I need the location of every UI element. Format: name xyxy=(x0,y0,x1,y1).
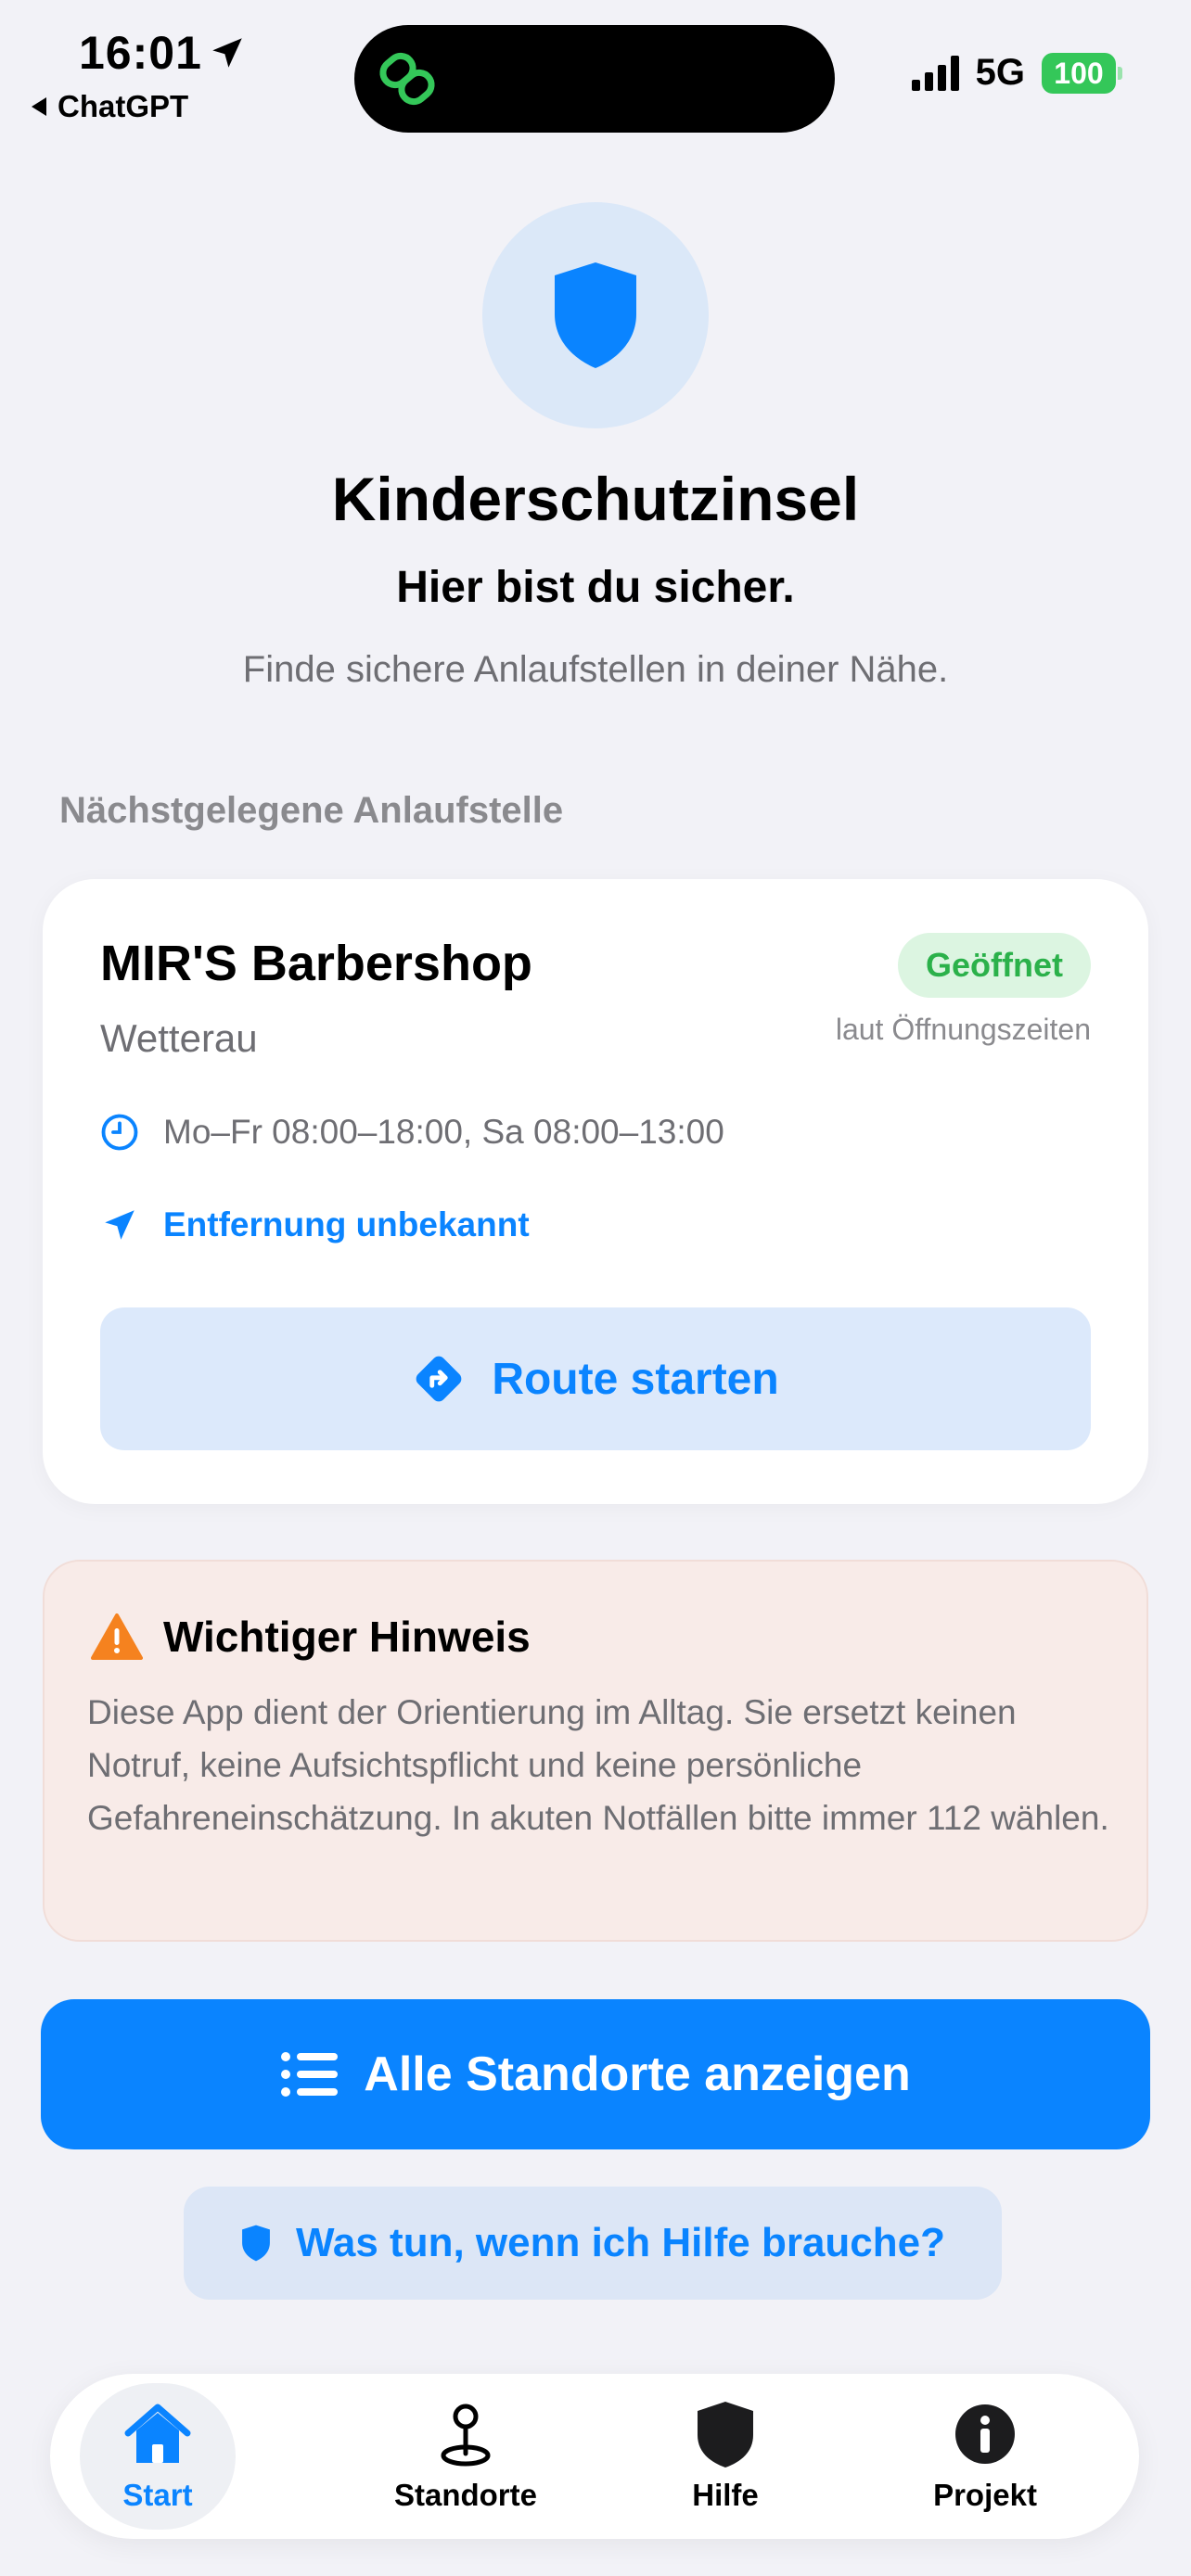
hero-badge xyxy=(482,202,709,428)
battery-icon: 100 xyxy=(1042,52,1122,94)
status-indicators: 5G 100 xyxy=(911,52,1122,94)
location-name: MIR'S Barbershop xyxy=(100,936,532,991)
tab-projekt-label: Projekt xyxy=(933,2478,1037,2512)
location-arrow-icon xyxy=(105,1210,134,1240)
network-type: 5G xyxy=(975,52,1025,93)
distance-text: Entfernung unbekannt xyxy=(163,1205,530,1243)
nearest-location-card[interactable]: MIR'S Barbershop Wetterau Geöffnet laut … xyxy=(43,879,1148,1504)
important-notice: Wichtiger Hinweis Diese App dient der Or… xyxy=(43,1560,1148,1942)
notice-title: Wichtiger Hinweis xyxy=(163,1613,531,1661)
status-note: laut Öffnungszeiten xyxy=(835,1013,1091,1046)
subtitle: Finde sichere Anlaufstellen in deiner Nä… xyxy=(242,649,949,690)
warning-icon xyxy=(91,1613,143,1660)
app-title: Kinderschutzinsel xyxy=(331,465,860,533)
back-app-label: ChatGPT xyxy=(58,89,189,123)
dynamic-island xyxy=(354,25,835,133)
opening-hours: Mo–Fr 08:00–18:00, Sa 08:00–13:00 xyxy=(100,1113,724,1152)
back-to-app-button[interactable]: ChatGPT xyxy=(32,89,188,124)
status-time-text: 16:01 xyxy=(79,27,202,79)
location-arrow-icon xyxy=(212,38,242,68)
tab-start-label: Start xyxy=(122,2478,193,2512)
tagline: Hier bist du sicher. xyxy=(396,563,795,612)
help-guide-button[interactable]: Was tun, wenn ich Hilfe brauche? xyxy=(184,2187,1002,2300)
tab-hilfe-label: Hilfe xyxy=(692,2478,759,2512)
help-guide-label: Was tun, wenn ich Hilfe brauche? xyxy=(295,2220,945,2265)
tab-bar: Start Standorte Hilfe Projekt xyxy=(50,2374,1139,2539)
status-badge: Geöffnet xyxy=(898,933,1091,998)
shield-icon xyxy=(555,262,636,368)
show-all-locations-button[interactable]: Alle Standorte anzeigen xyxy=(41,1999,1150,2149)
shield-icon xyxy=(242,2225,270,2262)
battery-level: 100 xyxy=(1042,52,1116,94)
tab-standorte-label: Standorte xyxy=(393,2478,537,2512)
notice-text: Diese App dient der Orientierung im Allt… xyxy=(87,1693,1109,1837)
home-icon xyxy=(124,2404,191,2463)
cellular-signal-icon xyxy=(911,55,959,91)
start-route-button[interactable]: Route starten xyxy=(100,1307,1091,1450)
status-time: 16:01 xyxy=(79,26,247,80)
directions-icon xyxy=(416,1356,462,1402)
back-triangle-icon xyxy=(32,97,46,116)
clock-icon xyxy=(101,1114,138,1151)
info-icon xyxy=(955,2404,1015,2464)
link-chain-icon xyxy=(379,52,435,106)
show-all-locations-label: Alle Standorte anzeigen xyxy=(364,2047,911,2101)
tab-hilfe[interactable]: Hilfe xyxy=(633,2374,818,2539)
list-icon xyxy=(281,2052,339,2097)
distance: Entfernung unbekannt xyxy=(100,1205,530,1244)
tab-standorte[interactable]: Standorte xyxy=(373,2374,558,2539)
opening-hours-text: Mo–Fr 08:00–18:00, Sa 08:00–13:00 xyxy=(163,1113,724,1151)
notice-header: Wichtiger Hinweis xyxy=(91,1612,531,1662)
start-route-label: Route starten xyxy=(492,1354,779,1404)
section-heading: Nächstgelegene Anlaufstelle xyxy=(59,790,564,831)
map-pin-icon xyxy=(441,2404,491,2467)
tab-projekt[interactable]: Projekt xyxy=(892,2374,1078,2539)
shield-icon xyxy=(698,2402,753,2468)
app-screen: 16:01 ChatGPT 5G 100 Kinderschutzinsel H… xyxy=(0,0,1191,2576)
tab-start[interactable]: Start xyxy=(65,2374,250,2539)
location-region: Wetterau xyxy=(100,1016,258,1060)
